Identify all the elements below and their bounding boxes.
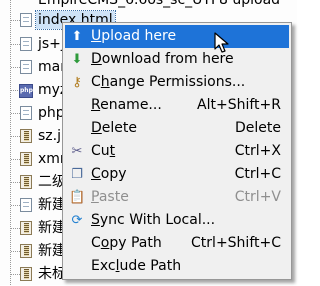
tree-branch-line xyxy=(11,251,20,252)
file-icon xyxy=(20,37,32,51)
menu-item-label: Download from here xyxy=(91,51,234,67)
menu-item-delete[interactable]: Delete Delete xyxy=(65,117,289,140)
file-icon xyxy=(20,221,32,235)
menu-item-label: Copy Path xyxy=(91,235,162,251)
php-file-icon: php xyxy=(19,84,33,98)
menu-item-copy-path[interactable]: Copy Path Ctrl+Shift+C xyxy=(65,232,289,255)
menu-item-sync-with-local[interactable]: ⟳ Sync With Local... xyxy=(65,209,289,232)
menu-item-copy[interactable]: ❐ Copy Ctrl+C xyxy=(65,163,289,186)
file-icon xyxy=(20,198,32,212)
menu-item-label: Exclude Path xyxy=(91,258,182,274)
file-icon xyxy=(20,152,32,166)
download-icon: ⬇ xyxy=(71,52,83,67)
upload-icon: ⬆ xyxy=(71,29,83,44)
tree-branch-line xyxy=(11,159,20,160)
tree-branch-line xyxy=(11,274,20,275)
file-icon xyxy=(20,244,32,258)
menu-item-shortcut: Ctrl+C xyxy=(234,166,281,182)
permissions-icon: ⚷ xyxy=(72,75,82,90)
tree-branch-line xyxy=(11,44,20,45)
tree-branch-line xyxy=(11,205,20,206)
file-icon xyxy=(20,60,32,74)
tree-branch-line xyxy=(11,182,20,183)
tree-branch-line xyxy=(11,113,20,114)
tree-item-parent-folder[interactable]: EmpireCMS_6.6os_sc_UTF8 upload xyxy=(0,0,297,9)
mouse-cursor-icon xyxy=(214,32,229,53)
menu-item-label: Rename... xyxy=(91,97,162,113)
menu-item-shortcut: Alt+Shift+R xyxy=(197,97,281,113)
file-icon xyxy=(20,267,32,281)
tree-branch-line xyxy=(11,136,20,137)
menu-item-shortcut: Delete xyxy=(235,120,281,136)
menu-item-change-permissions[interactable]: ⚷ Change Permissions... xyxy=(65,71,289,94)
menu-item-exclude-path[interactable]: Exclude Path xyxy=(65,255,289,278)
jpg-file-icon xyxy=(20,129,32,143)
tree-branch-line xyxy=(11,20,20,21)
file-icon xyxy=(20,106,32,120)
cut-icon: ✂ xyxy=(71,144,83,159)
tree-item-label: EmpireCMS_6.6os_sc_UTF8 upload xyxy=(38,0,281,8)
context-menu: ⬆ Upload here ⬇ Download from here ⚷ Change P… xyxy=(62,22,292,280)
menu-item-download-from-here[interactable]: ⬇ Download from here xyxy=(65,48,289,71)
tree-branch-line xyxy=(11,67,20,68)
menu-item-label: Cut xyxy=(91,143,116,159)
tree-branch-line xyxy=(11,228,20,229)
paste-icon: 📋 xyxy=(69,190,86,205)
file-icon xyxy=(20,175,32,189)
menu-item-shortcut: Ctrl+X xyxy=(234,143,281,159)
menu-item-upload-here[interactable]: ⬆ Upload here xyxy=(65,25,289,48)
menu-item-label: Delete xyxy=(91,120,137,136)
menu-item-label: Change Permissions... xyxy=(91,74,246,90)
html-file-icon xyxy=(20,13,32,27)
menu-item-label: Paste xyxy=(91,189,129,205)
tree-item-label: js+j xyxy=(38,36,65,52)
menu-item-shortcut: Ctrl+V xyxy=(234,189,281,205)
tree-item-label: php xyxy=(38,105,65,121)
menu-item-cut[interactable]: ✂ Cut Ctrl+X xyxy=(65,140,289,163)
menu-item-label: Upload here xyxy=(91,28,177,44)
menu-item-rename[interactable]: Rename... Alt+Shift+R xyxy=(65,94,289,117)
menu-item-paste[interactable]: 📋 Paste Ctrl+V xyxy=(65,186,289,209)
menu-item-label: Copy xyxy=(91,166,127,182)
menu-item-shortcut: Ctrl+Shift+C xyxy=(191,235,281,251)
copy-icon: ❐ xyxy=(71,167,83,182)
menu-item-label: Sync With Local... xyxy=(91,212,216,228)
sync-icon: ⟳ xyxy=(71,213,83,228)
